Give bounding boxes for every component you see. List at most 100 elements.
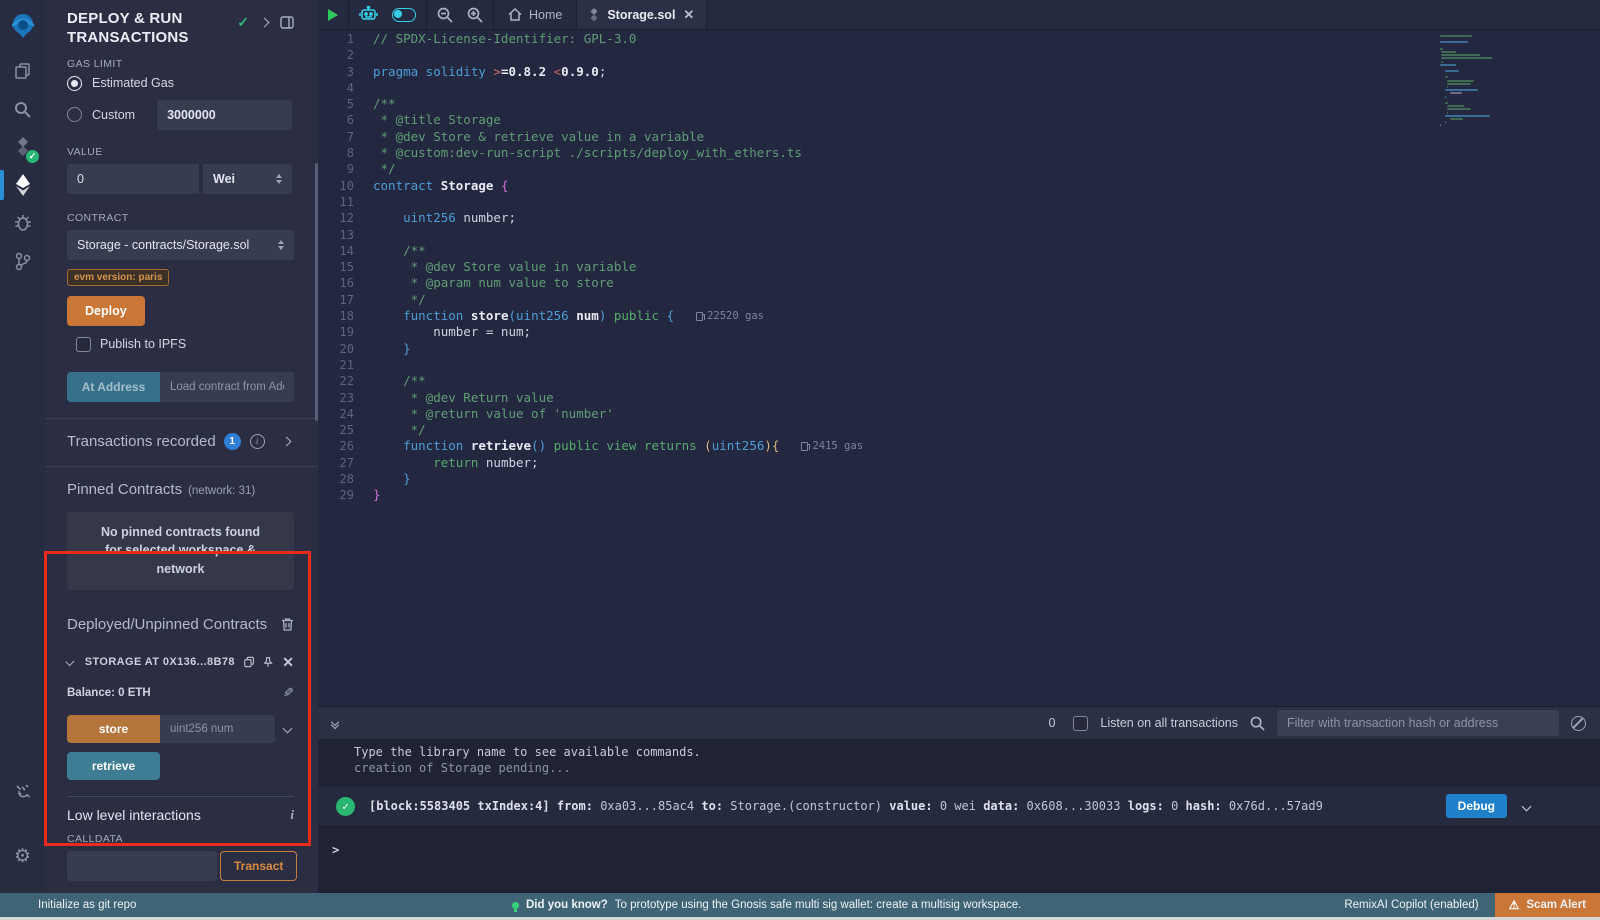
pin-panel-icon[interactable] — [280, 16, 294, 29]
clear-terminal-icon[interactable] — [1571, 716, 1586, 731]
code-line[interactable]: 10contract Storage { — [318, 178, 1600, 194]
code-line[interactable]: 17 */ — [318, 292, 1600, 308]
low-level-info-icon[interactable]: i — [290, 807, 294, 823]
pin-contract-icon[interactable] — [263, 655, 273, 669]
code-line[interactable]: 18 function store(uint256 num) public {2… — [318, 308, 1600, 324]
editor-area: Home Storage.sol ✕ 1// SPDX-License-Iden… — [318, 0, 1600, 893]
run-script-icon[interactable] — [328, 9, 338, 21]
terminal-prompt[interactable]: > — [318, 825, 1600, 857]
code-line[interactable]: 11 — [318, 194, 1600, 210]
tab-storage-sol[interactable]: Storage.sol ✕ — [576, 0, 707, 29]
code-line[interactable]: 29} — [318, 487, 1600, 503]
at-address-input[interactable] — [160, 372, 294, 402]
line-number: 17 — [318, 292, 373, 308]
code-line[interactable]: 22 /** — [318, 373, 1600, 389]
code-line[interactable]: 16 * @param num value to store — [318, 275, 1600, 291]
deploy-and-run-icon[interactable] — [0, 166, 45, 204]
estimated-gas-option[interactable]: Estimated Gas — [67, 76, 294, 91]
calldata-input[interactable] — [67, 851, 217, 881]
code-line[interactable]: 20 } — [318, 341, 1600, 357]
ai-assistant-robot-icon[interactable] — [359, 6, 378, 23]
remove-contract-icon[interactable]: ✕ — [282, 655, 294, 669]
zoom-in-icon[interactable] — [467, 7, 483, 23]
store-expand-icon[interactable] — [283, 724, 293, 734]
line-number: 25 — [318, 422, 373, 438]
code-text: /** — [373, 373, 426, 389]
transact-button[interactable]: Transact — [220, 851, 297, 881]
remix-logo-icon[interactable] — [0, 0, 45, 52]
publish-ipfs-checkbox[interactable] — [76, 337, 91, 352]
debug-button[interactable]: Debug — [1446, 794, 1507, 818]
code-line[interactable]: 4 — [318, 80, 1600, 96]
git-init-status[interactable]: Initialize as git repo — [38, 899, 136, 911]
custom-gas-input[interactable] — [157, 100, 292, 130]
terminal-output[interactable]: Type the library name to see available c… — [318, 739, 1600, 893]
code-line[interactable]: 25 */ — [318, 422, 1600, 438]
debugger-icon[interactable] — [0, 204, 45, 242]
minimap[interactable] — [1440, 35, 1512, 127]
code-line[interactable]: 26 function retrieve() public view retur… — [318, 438, 1600, 454]
file-explorer-icon[interactable] — [0, 52, 45, 90]
code-line[interactable]: 5/** — [318, 96, 1600, 112]
value-input[interactable] — [67, 164, 199, 194]
code-line[interactable]: 23 * @dev Return value — [318, 390, 1600, 406]
contract-select[interactable]: Storage - contracts/Storage.sol — [67, 230, 294, 260]
collapse-panel-icon[interactable] — [260, 18, 270, 28]
deploy-button[interactable]: Deploy — [67, 296, 145, 326]
code-editor[interactable]: 1// SPDX-License-Identifier: GPL-3.023pr… — [318, 31, 1600, 706]
code-line[interactable]: 3pragma solidity >=0.8.2 <0.9.0; — [318, 64, 1600, 80]
code-line[interactable]: 6 * @title Storage — [318, 112, 1600, 128]
code-line[interactable]: 2 — [318, 47, 1600, 63]
code-line[interactable]: 27 return number; — [318, 455, 1600, 471]
code-line[interactable]: 12 uint256 number; — [318, 210, 1600, 226]
terminal-filter-input[interactable] — [1277, 710, 1559, 736]
code-line[interactable]: 7 * @dev Store & retrieve value in a var… — [318, 129, 1600, 145]
copilot-status[interactable]: RemixAI Copilot (enabled) — [1344, 899, 1478, 911]
scam-alert-button[interactable]: ⚠ Scam Alert — [1495, 893, 1600, 917]
deployed-contract-item[interactable]: STORAGE AT 0X136...8B78 ✕ — [67, 655, 294, 669]
listen-all-checkbox[interactable] — [1073, 716, 1088, 731]
code-line[interactable]: 13 — [318, 227, 1600, 243]
store-function-button[interactable]: store — [67, 715, 160, 743]
code-line[interactable]: 19 number = num; — [318, 324, 1600, 340]
contract-address-label: STORAGE AT 0X136...8B78 — [85, 656, 235, 668]
close-tab-icon[interactable]: ✕ — [683, 7, 694, 23]
contract-collapse-icon[interactable] — [65, 657, 74, 666]
store-arg-input[interactable] — [160, 715, 275, 743]
tab-home[interactable]: Home — [494, 0, 576, 29]
line-number: 13 — [318, 227, 373, 243]
retrieve-function-button[interactable]: retrieve — [67, 752, 160, 780]
custom-gas-radio[interactable] — [67, 107, 82, 122]
trash-icon[interactable] — [281, 617, 294, 631]
git-icon[interactable] — [0, 242, 45, 280]
copilot-toggle[interactable] — [392, 8, 416, 22]
code-line[interactable]: 28 } — [318, 471, 1600, 487]
copy-address-icon[interactable] — [244, 655, 254, 669]
code-line[interactable]: 1// SPDX-License-Identifier: GPL-3.0 — [318, 31, 1600, 47]
search-icon[interactable] — [0, 90, 45, 128]
code-line[interactable]: 24 * @return value of 'number' — [318, 406, 1600, 422]
code-line[interactable]: 9 */ — [318, 161, 1600, 177]
at-address-button[interactable]: At Address — [67, 372, 160, 402]
code-line[interactable]: 14 /** — [318, 243, 1600, 259]
solidity-compiler-icon[interactable]: ✓ — [0, 128, 45, 166]
code-line[interactable]: 8 * @custom:dev-run-script ./scripts/dep… — [318, 145, 1600, 161]
code-line[interactable]: 15 * @dev Store value in variable — [318, 259, 1600, 275]
estimated-gas-radio[interactable] — [67, 76, 82, 91]
line-number: 24 — [318, 406, 373, 422]
code-line[interactable]: 21 — [318, 357, 1600, 373]
tx-expand-icon[interactable] — [1522, 801, 1532, 811]
plugin-manager-icon[interactable] — [0, 773, 45, 811]
line-number: 4 — [318, 80, 373, 96]
edit-balance-icon[interactable]: ✎ — [283, 685, 294, 701]
value-unit-select[interactable]: Wei — [202, 164, 292, 194]
zoom-out-icon[interactable] — [437, 7, 453, 23]
code-text: } — [373, 471, 411, 487]
transaction-log-row[interactable]: ✓ [block:5583405 txIndex:4] from: 0xa03.… — [318, 787, 1600, 825]
code-text: */ — [373, 161, 396, 177]
transactions-expand-icon[interactable] — [282, 436, 292, 446]
transactions-info-icon[interactable]: i — [250, 434, 265, 449]
expand-terminal-icon[interactable] — [332, 719, 338, 728]
settings-gear-icon[interactable]: ⚙ — [0, 837, 45, 875]
publish-ipfs-option[interactable]: Publish to IPFS — [67, 337, 294, 352]
